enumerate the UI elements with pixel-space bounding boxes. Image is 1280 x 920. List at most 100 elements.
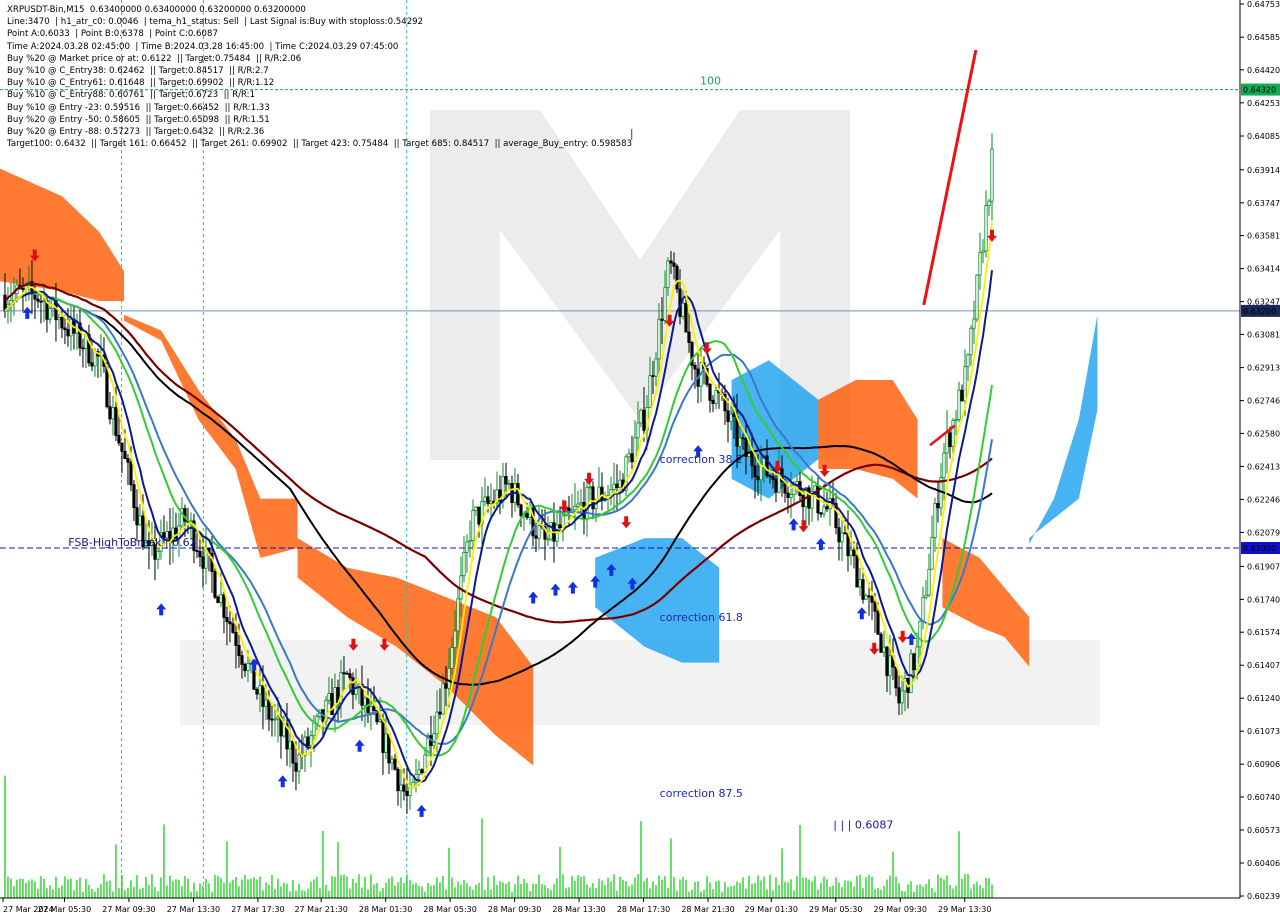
candle-body (60, 317, 64, 329)
y-tick-label: 0.62580 (1247, 429, 1280, 438)
candle-body (963, 366, 967, 402)
time-axis[interactable]: 27 Mar 202427 Mar 05:30 27 Mar 09:30 27 Ma… (0, 897, 1240, 914)
candle-body (945, 432, 949, 454)
candle-body (753, 465, 757, 478)
candle-body (855, 555, 859, 588)
y-tick-label: 0.64753 (1247, 0, 1280, 9)
candle-body (930, 537, 934, 570)
candle-body (42, 299, 46, 302)
candle-body (348, 673, 352, 679)
candle-body (573, 505, 577, 511)
up-arrow-icon (550, 583, 561, 596)
candle-body (459, 575, 463, 600)
candle-body (243, 663, 247, 672)
candle-body (849, 549, 853, 557)
candle-body (957, 389, 961, 420)
candle-body (861, 579, 865, 600)
candle-body (630, 453, 634, 463)
candle-body (972, 318, 976, 329)
candle-body (822, 506, 826, 515)
candle-body (885, 646, 889, 677)
candle-body (693, 364, 697, 370)
candle-body (759, 464, 763, 481)
candle-body (888, 655, 892, 677)
candle-body (453, 630, 457, 648)
candle-body (477, 506, 481, 525)
candle-body (213, 571, 217, 598)
annotation-text: correction 87.5 (660, 787, 743, 800)
candle-body (576, 503, 580, 507)
candle-body (123, 450, 127, 460)
candle-body (651, 375, 655, 378)
candle-body (417, 769, 421, 775)
x-tick-label: 27 Mar 05:30 (38, 905, 91, 914)
candle-body (363, 697, 367, 706)
candle-body (291, 740, 295, 764)
candle-body (129, 461, 133, 486)
candle-body (840, 532, 844, 543)
candle-body (420, 769, 424, 774)
candle-body (471, 510, 475, 541)
info-line: Point A:0.6033 | Point B:0.6378 | Point … (7, 29, 218, 40)
candle-body (195, 550, 199, 552)
target-label: 100 (700, 75, 721, 88)
candle-body (933, 502, 937, 538)
candle-body (156, 550, 160, 560)
candle-body (525, 513, 529, 518)
y-tick-label: 0.62913 (1247, 364, 1280, 373)
candle-body (900, 690, 904, 704)
up-arrow-icon (856, 607, 867, 620)
x-tick-label: 28 Mar 05:30 (423, 905, 476, 914)
candle-body (444, 683, 448, 689)
y-tick-label: 0.64585 (1247, 33, 1280, 42)
candle-body (216, 596, 220, 604)
candle-body (519, 504, 523, 517)
candle-body (267, 699, 271, 720)
candle-body (276, 716, 280, 720)
cloud-segment (1029, 314, 1098, 545)
candle-body (489, 500, 493, 504)
candle-body (912, 653, 916, 671)
y-tick-label: 0.64085 (1247, 132, 1280, 141)
candle-body (312, 722, 316, 737)
annotation-text: | | | 0.6087 (833, 819, 893, 832)
candle-body (615, 483, 619, 488)
candle-body (486, 496, 490, 504)
up-arrow-icon (354, 739, 365, 752)
candle-body (342, 672, 346, 675)
candle-body (579, 501, 583, 505)
candle-body (951, 420, 955, 448)
info-line: Time A:2024.03.28 02:45:00 | Time B:2024… (7, 41, 399, 52)
candle-body (399, 784, 403, 792)
info-line: Buy %20 @ Entry -88: 0.57273 || Target:0… (7, 127, 265, 138)
candle-body (948, 432, 952, 448)
candle-body (774, 478, 778, 493)
candle-body (837, 527, 841, 543)
target-price-tag: 0.64320 (1243, 86, 1276, 95)
candle-body (672, 262, 676, 267)
info-line: Buy %20 @ Entry -50: 0.58605 || Target:0… (7, 114, 270, 125)
candle-body (558, 524, 562, 529)
candle-body (726, 410, 730, 423)
down-arrow-icon (987, 229, 997, 242)
down-arrow-icon (621, 516, 632, 529)
price-axis[interactable]: 0.64753 0.64585 0.64420 0.64253 0.64085 0.639… (1239, 0, 1280, 901)
candle-body (882, 646, 886, 653)
candle-body (984, 205, 988, 252)
candle-body (858, 579, 862, 588)
y-tick-label: 0.61240 (1247, 694, 1280, 703)
candle-body (711, 399, 715, 404)
candle-body (372, 706, 376, 711)
candle-body (756, 476, 760, 481)
candle-body (657, 318, 661, 360)
candle-body (924, 594, 928, 598)
candle-body (57, 317, 61, 321)
candle-body (546, 538, 550, 541)
candle-body (351, 677, 355, 695)
candle-body (282, 723, 286, 737)
candle-body (315, 715, 319, 724)
candle-body (894, 666, 898, 689)
info-line: XRPUSDT-Bin,M15 0.63400000 0.63400000 0.… (7, 5, 306, 15)
candle-body (21, 288, 25, 290)
candle-body (237, 645, 241, 657)
